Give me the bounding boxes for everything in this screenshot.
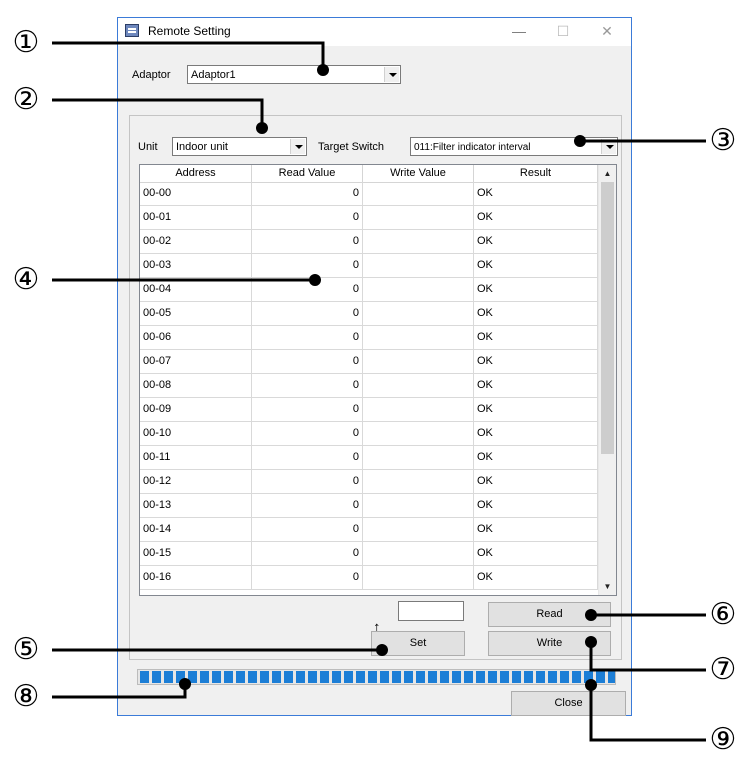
callout-dot <box>376 644 388 656</box>
callout-lines <box>52 41 706 742</box>
callout-dot <box>585 609 597 621</box>
callout-dot <box>256 122 268 134</box>
callout-label: ② <box>12 82 40 117</box>
callout-label: ⑦ <box>709 652 737 687</box>
callout-dot <box>309 274 321 286</box>
callout-label: ① <box>12 25 40 60</box>
callout-label: ⑨ <box>709 722 737 757</box>
callout-dot <box>179 678 191 690</box>
callout-label: ④ <box>12 262 40 297</box>
callout-dot <box>574 135 586 147</box>
callout-label: ⑥ <box>709 597 737 632</box>
callout-label: ⑤ <box>12 632 40 667</box>
callout-dot <box>317 64 329 76</box>
callout-dot <box>585 636 597 648</box>
callout-label: ③ <box>709 123 737 158</box>
callout-label: ⑧ <box>12 679 40 714</box>
callout-dot <box>585 679 597 691</box>
